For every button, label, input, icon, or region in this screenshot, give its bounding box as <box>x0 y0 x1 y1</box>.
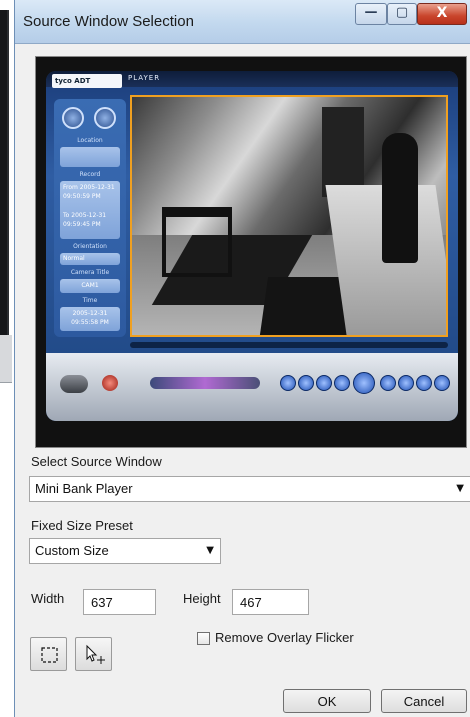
remove-overlay-flicker-label: Remove Overlay Flicker <box>215 630 354 645</box>
prev-icon <box>316 375 332 391</box>
step-forward-icon <box>416 375 432 391</box>
maximize-button[interactable]: ▢ <box>387 3 417 25</box>
video-chairs <box>162 207 232 277</box>
source-window-select[interactable]: Mini Bank Player ▼ <box>29 476 470 502</box>
chevron-down-icon: ▼ <box>206 545 214 556</box>
fixed-size-preset-label: Fixed Size Preset <box>31 518 133 533</box>
rewind-icon <box>280 375 296 391</box>
player-window-thumbnail: tyco ADT PLAYER Location Record From 200… <box>46 71 458 421</box>
camera-icon <box>62 107 84 129</box>
fixed-size-preset-value: Custom Size <box>35 543 109 558</box>
minimize-icon: — <box>364 5 378 20</box>
pause-icon <box>380 375 396 391</box>
record-to: To 2005-12-31 09:59:45 PM <box>63 211 117 229</box>
time-value: 2005-12-31 09:55:58 PM <box>71 310 109 326</box>
source-preview: tyco ADT PLAYER Location Record From 200… <box>35 56 467 448</box>
camera-video-frame <box>130 95 448 337</box>
dashed-rectangle-icon <box>41 647 58 663</box>
step-back-icon <box>298 375 314 391</box>
player-control-bar <box>46 353 458 421</box>
orientation-value: Normal <box>63 255 85 262</box>
title-bar[interactable]: Source Window Selection — ▢ X <box>15 0 470 44</box>
width-field[interactable]: 637 <box>83 589 156 615</box>
source-window-selection-dialog: Source Window Selection — ▢ X tyco ADT P… <box>14 0 470 717</box>
height-field[interactable]: 467 <box>232 589 309 615</box>
camera-title-value: CAM1 <box>81 282 99 289</box>
close-icon: X <box>436 5 448 21</box>
video-person <box>382 133 418 263</box>
width-label: Width <box>31 591 65 606</box>
height-value: 467 <box>240 595 262 610</box>
fast-forward-icon <box>434 375 450 391</box>
from-label: From <box>63 184 78 191</box>
dialog-client-area: tyco ADT PLAYER Location Record From 200… <box>15 44 470 717</box>
record-box: From 2005-12-31 09:50:59 PM To 2005-12-3… <box>60 181 120 239</box>
cancel-button[interactable]: Cancel <box>381 689 467 713</box>
print-icon <box>94 107 116 129</box>
cursor-crosshair-icon <box>86 644 105 664</box>
close-button[interactable]: X <box>417 3 467 25</box>
camera-title-label: Camera Title <box>70 269 110 276</box>
record-from: From 2005-12-31 09:50:59 PM <box>63 183 117 201</box>
maximize-icon: ▢ <box>395 5 409 20</box>
location-label: Location <box>77 137 103 144</box>
remove-overlay-flicker-checkbox[interactable] <box>197 632 210 645</box>
player-speed-slider <box>150 377 260 389</box>
pick-window-button[interactable] <box>75 637 112 671</box>
orientation-box: Normal <box>60 253 120 265</box>
play-back-icon <box>334 375 350 391</box>
orientation-label: Orientation <box>73 243 107 250</box>
to-label: To <box>63 212 70 219</box>
player-mode-button <box>60 375 88 393</box>
background-window-grey <box>0 335 12 383</box>
minimize-button[interactable]: — <box>355 3 387 25</box>
player-title: PLAYER <box>128 74 161 82</box>
video-door <box>322 107 364 197</box>
source-window-label: Select Source Window <box>31 454 162 469</box>
select-region-button[interactable] <box>30 637 67 671</box>
width-value: 637 <box>91 595 113 610</box>
time-box: 2005-12-31 09:55:58 PM <box>60 307 120 331</box>
record-label: Record <box>79 171 101 178</box>
player-seek-bar <box>130 342 448 348</box>
background-window-dark <box>0 10 9 335</box>
fixed-size-preset-select[interactable]: Custom Size ▼ <box>29 538 221 564</box>
background-window-strip <box>0 0 14 717</box>
to-value: 2005-12-31 09:59:45 PM <box>63 212 107 228</box>
cancel-label: Cancel <box>403 694 445 709</box>
camera-title-box: CAM1 <box>60 279 120 293</box>
player-side-panel: Location Record From 2005-12-31 09:50:59… <box>54 99 126 337</box>
location-box <box>60 147 120 167</box>
next-icon <box>398 375 414 391</box>
time-label: Time <box>82 297 98 304</box>
chevron-down-icon: ▼ <box>456 483 464 494</box>
ok-button[interactable]: OK <box>283 689 371 713</box>
player-header: tyco ADT PLAYER <box>46 71 458 88</box>
source-window-value: Mini Bank Player <box>35 481 133 496</box>
play-icon <box>353 372 375 394</box>
window-title: Source Window Selection <box>23 13 194 30</box>
player-logo: tyco ADT <box>52 74 122 88</box>
ok-label: OK <box>317 694 337 709</box>
height-label: Height <box>183 591 221 606</box>
record-icon <box>102 375 118 391</box>
